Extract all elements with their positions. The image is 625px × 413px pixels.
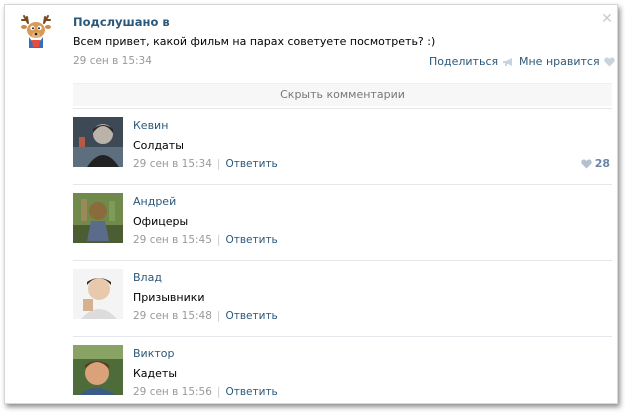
heart-icon xyxy=(580,159,592,168)
comment-text: Кадеты xyxy=(133,367,178,380)
comment-meta: 29 сен в 15:45 | Ответить xyxy=(133,234,278,246)
share-label: Поделиться xyxy=(429,55,499,68)
comment-text: Солдаты xyxy=(133,139,184,152)
reply-link[interactable]: Ответить xyxy=(225,158,277,170)
comment-author[interactable]: Андрей xyxy=(133,195,176,208)
close-icon[interactable]: ✕ xyxy=(601,12,613,26)
reply-link[interactable]: Ответить xyxy=(225,234,277,246)
comment-item: Андрей Офицеры 29 сен в 15:45 | Ответить xyxy=(73,184,612,261)
reply-link[interactable]: Ответить xyxy=(225,310,277,322)
heart-icon xyxy=(603,57,615,66)
megaphone-icon xyxy=(503,57,513,66)
comment-item: Кевин Солдаты 29 сен в 15:34 | Ответить … xyxy=(73,108,612,185)
hide-comments-link[interactable]: Скрыть комментарии xyxy=(73,83,612,106)
avatar[interactable] xyxy=(73,345,123,395)
avatar[interactable] xyxy=(73,269,123,319)
comment-meta: 29 сен в 15:56 | Ответить xyxy=(133,386,278,398)
avatar[interactable] xyxy=(73,193,123,243)
like-button[interactable]: Мне нравится xyxy=(519,55,615,68)
comment-author[interactable]: Кевин xyxy=(133,119,168,132)
post-text: Всем привет, какой фильм на парах совету… xyxy=(73,35,436,48)
comment-text: Призывники xyxy=(133,291,205,304)
post-card: ✕ Подслушано в Всем привет, какой фильм … xyxy=(4,4,618,404)
like-label: Мне нравится xyxy=(519,55,600,68)
comment-like-button[interactable]: 28 xyxy=(580,157,610,170)
comment-item: Влад Призывники 29 сен в 15:48 | Ответит… xyxy=(73,260,612,337)
like-count: 28 xyxy=(594,157,610,170)
comment-meta: 29 сен в 15:48 | Ответить xyxy=(133,310,278,322)
comment-author[interactable]: Влад xyxy=(133,271,162,284)
comment-time[interactable]: 29 сен в 15:45 xyxy=(133,234,212,246)
comment-author[interactable]: Виктор xyxy=(133,347,174,360)
separator: | xyxy=(216,310,221,322)
share-button[interactable]: Поделиться xyxy=(429,55,514,68)
comment-item: Виктор Кадеты 29 сен в 15:56 | Ответить xyxy=(73,336,612,403)
post-time[interactable]: 29 сен в 15:34 xyxy=(73,55,152,67)
comment-time[interactable]: 29 сен в 15:48 xyxy=(133,310,212,322)
deer-logo-icon[interactable] xyxy=(18,14,54,50)
separator: | xyxy=(216,386,221,398)
separator: | xyxy=(216,158,221,170)
comment-meta: 29 сен в 15:34 | Ответить xyxy=(133,158,278,170)
comment-time[interactable]: 29 сен в 15:56 xyxy=(133,386,212,398)
reply-link[interactable]: Ответить xyxy=(225,386,277,398)
comment-text: Офицеры xyxy=(133,215,189,228)
post-title[interactable]: Подслушано в xyxy=(73,15,170,29)
separator: | xyxy=(216,234,221,246)
comment-time[interactable]: 29 сен в 15:34 xyxy=(133,158,212,170)
avatar[interactable] xyxy=(73,117,123,167)
